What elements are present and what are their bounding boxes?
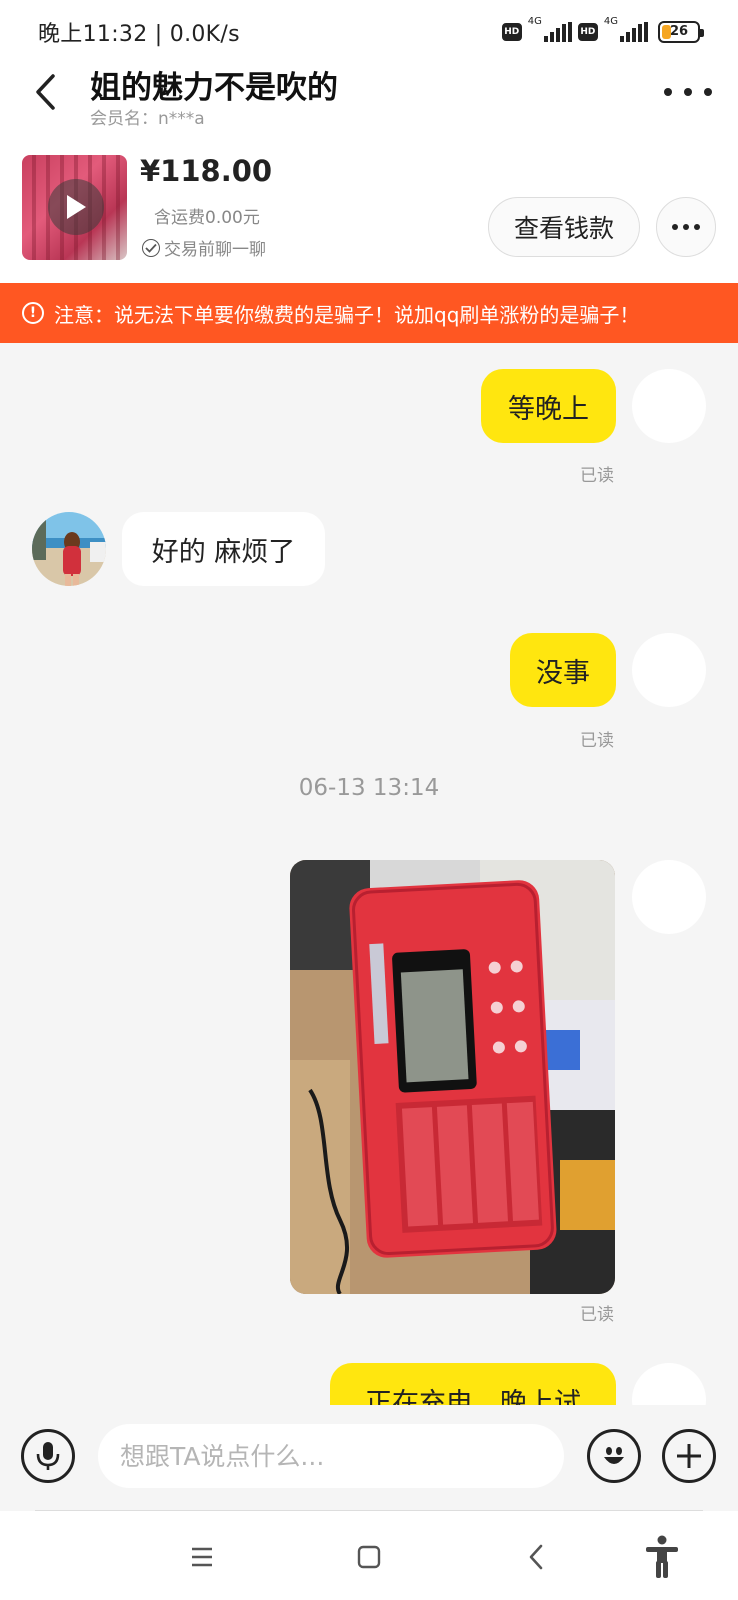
member-name: 会员名：n***a xyxy=(90,109,205,129)
home-button[interactable] xyxy=(345,1533,393,1581)
status-time: 晚上11:32 | 0.0K/s xyxy=(38,22,240,47)
home-icon xyxy=(357,1545,381,1569)
product-card[interactable]: ¥118.00 含运费0.00元 交易前聊一聊 查看钱款 xyxy=(0,140,738,283)
other-avatar[interactable] xyxy=(32,512,106,586)
hd-badge: HD xyxy=(501,23,522,41)
menu-icon xyxy=(192,1547,212,1567)
play-icon[interactable] xyxy=(48,179,104,235)
accessibility-button[interactable] xyxy=(638,1533,686,1581)
plus-icon xyxy=(677,1444,701,1468)
warning-text: 注意：说无法下单要你缴费的是骗子！说加qq刷单涨粉的是骗子！ xyxy=(54,302,640,327)
plus-button[interactable] xyxy=(662,1429,716,1483)
more-options-button[interactable] xyxy=(664,78,712,106)
view-payment-button[interactable]: 查看钱款 xyxy=(488,197,640,257)
image-message[interactable] xyxy=(290,860,615,1294)
signal-icon xyxy=(543,22,572,42)
chevron-left-icon xyxy=(36,74,55,110)
my-avatar[interactable] xyxy=(632,860,706,934)
my-avatar[interactable] xyxy=(632,633,706,707)
shipping-fee: 含运费0.00元 xyxy=(154,208,260,228)
voice-button[interactable] xyxy=(21,1429,75,1483)
status-bar: 晚上11:32 | 0.0K/s HD 4G HD 4G 26 xyxy=(0,0,738,60)
chat-before-trade: 交易前聊一聊 xyxy=(142,235,266,260)
chat-header: 姐的魅力不是吹的 会员名：n***a xyxy=(0,60,738,140)
network-type: 4G xyxy=(603,16,618,27)
accessibility-icon xyxy=(646,1535,678,1578)
read-status: 已读 xyxy=(580,466,614,486)
chat-screen: 晚上11:32 | 0.0K/s HD 4G HD 4G 26 姐的魅力不是吹的… xyxy=(0,0,738,1600)
battery-icon: 26 xyxy=(658,21,704,43)
battery-level: 26 xyxy=(669,24,689,39)
my-avatar[interactable] xyxy=(632,1363,706,1405)
message-bubble-mine[interactable]: 没事 xyxy=(510,633,616,707)
message-list[interactable]: 等晚上 已读 好的 麻烦了 没事 已读 06-13 13:14 已读 正在充电，… xyxy=(0,343,738,1405)
message-timestamp: 06-13 13:14 xyxy=(298,775,440,801)
warning-icon: ! xyxy=(22,302,44,324)
message-bubble-mine[interactable]: 正在充电，晚上试 xyxy=(330,1363,616,1405)
back-icon xyxy=(529,1544,543,1570)
read-status: 已读 xyxy=(580,1305,614,1325)
message-bubble-theirs[interactable]: 好的 麻烦了 xyxy=(122,512,325,586)
hd-badge: HD xyxy=(577,23,598,41)
product-more-button[interactable] xyxy=(656,197,716,257)
emoji-icon xyxy=(604,1447,624,1464)
message-input-bar xyxy=(0,1405,738,1510)
emoji-button[interactable] xyxy=(587,1429,641,1483)
my-avatar[interactable] xyxy=(632,369,706,443)
product-thumbnail[interactable] xyxy=(22,155,127,260)
signal-icon xyxy=(620,22,648,42)
network-type: 4G xyxy=(527,16,542,27)
microphone-icon xyxy=(36,1442,60,1470)
back-nav-button[interactable] xyxy=(512,1533,560,1581)
menu-button[interactable] xyxy=(178,1533,226,1581)
back-button[interactable] xyxy=(24,70,68,114)
system-nav-bar xyxy=(0,1511,738,1600)
product-price: ¥118.00 xyxy=(140,154,273,188)
message-input[interactable] xyxy=(98,1424,564,1488)
check-circle-icon xyxy=(142,238,160,257)
status-icons: HD 4G HD 4G 26 xyxy=(501,16,704,46)
chat-before-trade-label: 交易前聊一聊 xyxy=(164,240,266,260)
message-bubble-mine[interactable]: 等晚上 xyxy=(481,369,616,443)
scam-warning-banner: ! 注意：说无法下单要你缴费的是骗子！说加qq刷单涨粉的是骗子！ xyxy=(0,283,738,343)
read-status: 已读 xyxy=(580,731,614,751)
page-title: 姐的魅力不是吹的 xyxy=(90,70,338,106)
